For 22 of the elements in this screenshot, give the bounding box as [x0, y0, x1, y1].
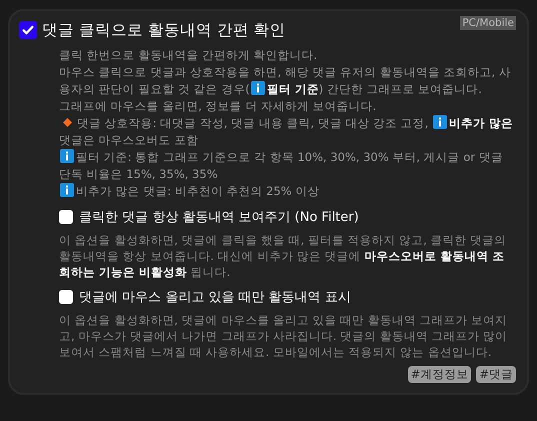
tag[interactable]: #계정정보 [408, 366, 472, 383]
option-label[interactable]: 댓글에 마우스 올리고 있을 때만 활동내역 표시 [79, 288, 351, 306]
diamond-icon [63, 118, 72, 127]
info-icon [250, 81, 265, 95]
description-text: 그래프에 마우스를 올리면, 정보를 더 자세하게 보여줍니다. [59, 98, 378, 115]
checkbox[interactable] [59, 290, 73, 304]
description-text: 클릭 한번으로 활동내역을 간편하게 확인합니다. [59, 47, 318, 64]
option-title[interactable]: 댓글 클릭으로 활동내역 간편 확인 [42, 18, 286, 41]
option-description: 이 옵션을 활성화하면, 댓글에 클릭을 했을 때, 필터를 적용하지 않고, 클릭한 댓글의 활동내역을 항상 보여줍니다. 대신에 비추가 많은 댓글에 마우스오버로 활동내역 조회하는 기능은 비활성화 됩니다. [59, 232, 508, 280]
option-label[interactable]: 클릭한 댓글 항상 활동내역 보여주기 (No Filter) [79, 208, 359, 226]
tag[interactable]: #댓글 [476, 366, 516, 383]
checkbox[interactable] [19, 20, 37, 38]
description-text: 마우스 클릭으로 댓글과 상호작용을 하면, 해당 댓글 유저의 활동내역을 조회하고, 사용자의 판단이 필요할 것 같은 경우( 필터 기준) 간단한 그래프로 보여줍니다. [59, 64, 512, 98]
description-text: 댓글 상호작용: 대댓글 작성, 댓글 내용 클릭, 댓글 대상 강조 고정, 비추가 많은 댓글은 마우스오버도 포함 [59, 115, 514, 149]
option-description: 이 옵션을 활성화하면, 댓글에 마우스를 올리고 있을 때만 활동내역 그래프가 보여지고, 마우스가 댓글에서 나가면 그래프가 사라집니다. 댓글의 활동내역 그래프가 많이 보여서 스팸처럼 느껴질 때 사용하세요. 모바일에서는 적용되지 않는 옵션입니다. [59, 312, 508, 360]
info-icon [433, 115, 448, 129]
info-icon [60, 183, 74, 197]
checkbox[interactable] [59, 210, 73, 224]
platform-badge: PC/Mobile [460, 16, 516, 30]
description-text: 비추가 많은 댓글: 비추천이 추천의 25% 이상 [59, 183, 516, 200]
description-text: 필터 기준: 통합 그래프 기준으로 각 항목 10%, 30%, 30% 부터, 게시글 or 댓글 단독 비율은 15%, 35%, 35% [59, 149, 504, 183]
info-icon [60, 149, 74, 163]
